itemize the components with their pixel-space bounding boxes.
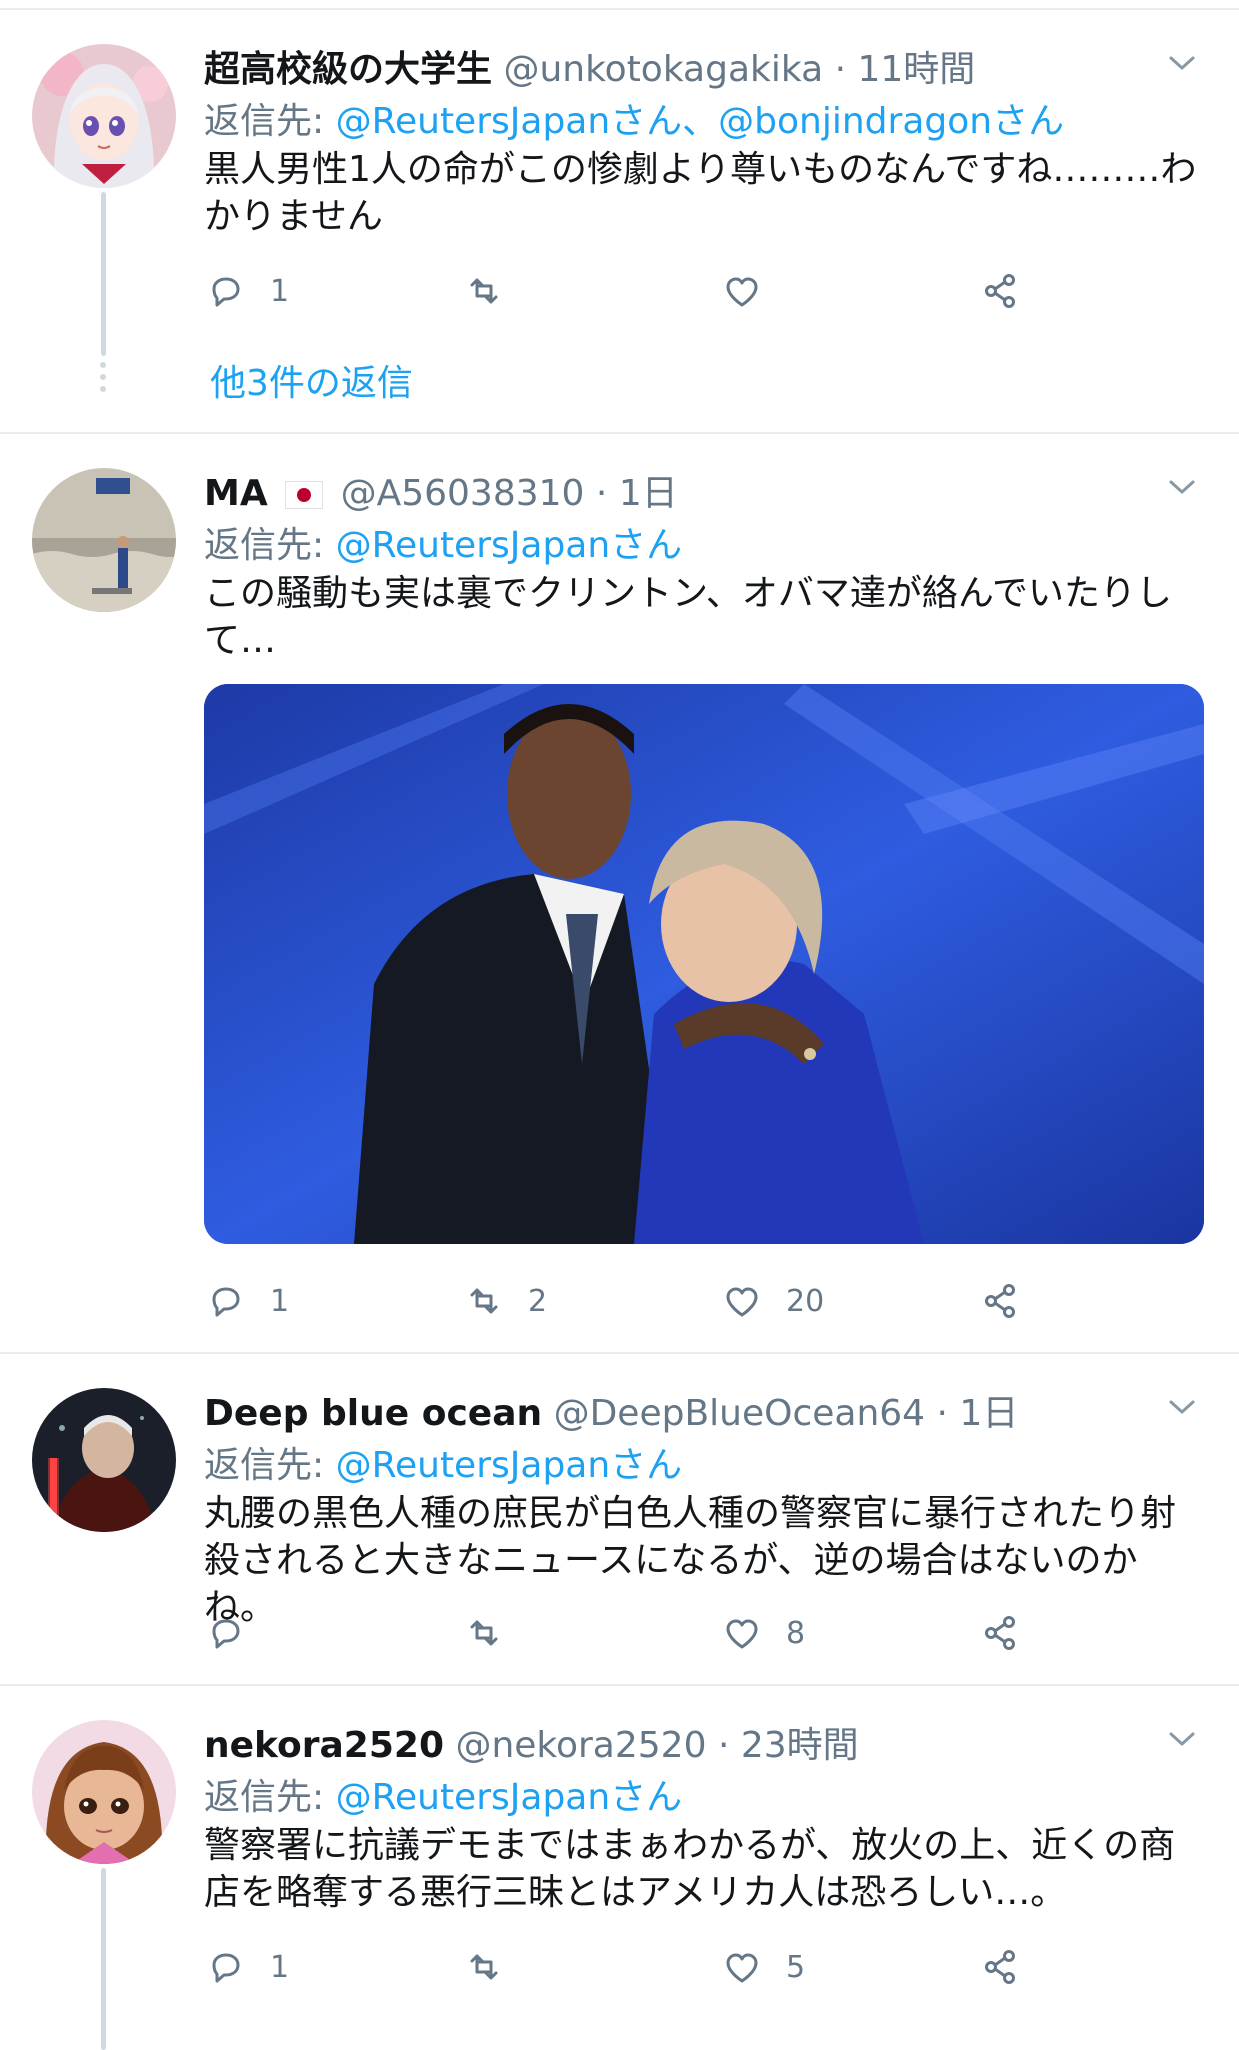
- like-button[interactable]: 8: [720, 1608, 805, 1658]
- display-name[interactable]: 超高校級の大学生: [204, 49, 492, 90]
- avatar[interactable]: [32, 1388, 176, 1532]
- reply-count: 1: [270, 273, 290, 309]
- display-name[interactable]: nekora2520: [204, 1725, 444, 1766]
- handle[interactable]: @unkotokagakika: [503, 49, 823, 90]
- tweet-header: 超高校級の大学生 @unkotokagakika · 11時間: [204, 40, 1159, 92]
- share-button[interactable]: [978, 1608, 1022, 1658]
- reply-prefix: 返信先:: [204, 101, 336, 142]
- reply-icon: [212, 1953, 240, 1983]
- thread-line: [101, 1868, 106, 2050]
- action-bar: 8: [204, 1608, 1044, 1658]
- tweet-header: MA @A56038310 · 1日: [204, 464, 1159, 516]
- like-icon: [726, 1953, 758, 1983]
- like-button[interactable]: 20: [720, 1276, 824, 1326]
- timestamp[interactable]: 11時間: [858, 49, 976, 90]
- reply-to: 返信先: @ReutersJapanさん、@bonjindragonさん: [204, 92, 1064, 144]
- retweet-icon: [470, 1288, 498, 1314]
- share-icon: [985, 1616, 1015, 1650]
- chevron-down-icon[interactable]: [1165, 46, 1199, 80]
- tweet[interactable]: Deep blue ocean @DeepBlueOcean64 · 1日 返信…: [0, 1352, 1239, 1686]
- tweet-header: nekora2520 @nekora2520 · 23時間: [204, 1716, 1159, 1768]
- like-button[interactable]: [720, 266, 786, 316]
- reply-prefix: 返信先:: [204, 1777, 336, 1818]
- thread-dots: [99, 358, 107, 398]
- chevron-down-icon[interactable]: [1165, 1390, 1199, 1424]
- tweet[interactable]: 超高校級の大学生 @unkotokagakika · 11時間 返信先: @Re…: [0, 8, 1239, 434]
- like-icon: [726, 277, 758, 307]
- like-icon: [726, 1287, 758, 1317]
- timestamp[interactable]: 1日: [959, 1393, 1018, 1434]
- reply-prefix: 返信先:: [204, 1445, 336, 1486]
- reply-icon: [212, 1619, 240, 1649]
- tweet-header: Deep blue ocean @DeepBlueOcean64 · 1日: [204, 1384, 1159, 1436]
- reply-to-link[interactable]: @ReutersJapanさん: [336, 1777, 683, 1818]
- reply-to: 返信先: @ReutersJapanさん: [204, 1436, 682, 1488]
- timestamp[interactable]: 1日: [619, 473, 678, 514]
- like-count: 20: [786, 1283, 825, 1319]
- thread-line: [101, 192, 106, 356]
- timestamp[interactable]: 23時間: [741, 1725, 859, 1766]
- separator: ·: [925, 1393, 960, 1434]
- avatar[interactable]: [32, 468, 176, 612]
- reply-button[interactable]: 1: [204, 1276, 289, 1326]
- action-bar: 1: [204, 266, 1044, 316]
- reply-button[interactable]: [204, 1608, 270, 1658]
- like-count: 5: [786, 1949, 806, 1985]
- reply-icon: [212, 1287, 240, 1317]
- avatar[interactable]: [32, 44, 176, 188]
- retweet-count: 2: [528, 1283, 548, 1319]
- share-icon: [985, 1284, 1015, 1318]
- share-button[interactable]: [978, 1276, 1022, 1326]
- tweet-text: 警察署に抗議デモまではまぁわかるが、放火の上、近くの商店を略奪する悪行三昧とはア…: [204, 1825, 1176, 1913]
- retweet-button[interactable]: [462, 1942, 528, 1992]
- reply-prefix: 返信先:: [204, 525, 336, 566]
- action-bar: 1 5: [204, 1942, 1044, 1992]
- share-icon: [985, 274, 1015, 308]
- retweet-button[interactable]: 2: [462, 1276, 547, 1326]
- tweet-text: この騒動も実は裏でクリントン、オバマ達が絡んでいたりして…: [204, 573, 1173, 661]
- share-icon: [985, 1950, 1015, 1984]
- tweet[interactable]: MA @A56038310 · 1日 返信先: @ReutersJapanさん …: [0, 432, 1239, 1354]
- reply-button[interactable]: 1: [204, 1942, 289, 1992]
- display-name[interactable]: Deep blue ocean: [204, 1393, 542, 1434]
- reply-button[interactable]: 1: [204, 266, 289, 316]
- reply-count: 1: [270, 1283, 290, 1319]
- display-name[interactable]: MA: [204, 473, 268, 514]
- action-bar: 1 2 20: [204, 1276, 1044, 1326]
- reply-to-link[interactable]: @ReutersJapanさん、@bonjindragonさん: [336, 101, 1065, 142]
- reply-to: 返信先: @ReutersJapanさん: [204, 1768, 682, 1820]
- share-button[interactable]: [978, 266, 1022, 316]
- separator: ·: [584, 473, 619, 514]
- handle[interactable]: @nekora2520: [455, 1725, 706, 1766]
- separator: ·: [706, 1725, 741, 1766]
- tweet[interactable]: nekora2520 @nekora2520 · 23時間 返信先: @Reut…: [0, 1684, 1239, 2050]
- retweet-icon: [470, 1620, 498, 1646]
- like-icon: [726, 1619, 758, 1649]
- reply-to: 返信先: @ReutersJapanさん: [204, 516, 682, 568]
- handle[interactable]: @A56038310: [341, 473, 585, 514]
- retweet-icon: [470, 278, 498, 304]
- like-count: 8: [786, 1615, 806, 1651]
- retweet-button[interactable]: [462, 266, 528, 316]
- share-button[interactable]: [978, 1942, 1022, 1992]
- more-replies-link[interactable]: 他3件の返信: [210, 354, 413, 406]
- avatar[interactable]: [32, 1720, 176, 1864]
- retweet-button[interactable]: [462, 1608, 528, 1658]
- japan-flag-icon: [285, 481, 324, 509]
- reply-to-link[interactable]: @ReutersJapanさん: [336, 525, 683, 566]
- reply-to-link[interactable]: @ReutersJapanさん: [336, 1445, 683, 1486]
- like-button[interactable]: 5: [720, 1942, 805, 1992]
- reply-icon: [212, 277, 240, 307]
- tweet-text: 黒人男性1人の命がこの惨劇より尊いものなんですね………わかりません: [204, 149, 1197, 237]
- tweet-media-image[interactable]: [204, 684, 1204, 1244]
- separator: ·: [823, 49, 858, 90]
- handle[interactable]: @DeepBlueOcean64: [554, 1393, 926, 1434]
- reply-count: 1: [270, 1949, 290, 1985]
- chevron-down-icon[interactable]: [1165, 1722, 1199, 1756]
- chevron-down-icon[interactable]: [1165, 470, 1199, 504]
- retweet-icon: [470, 1954, 498, 1980]
